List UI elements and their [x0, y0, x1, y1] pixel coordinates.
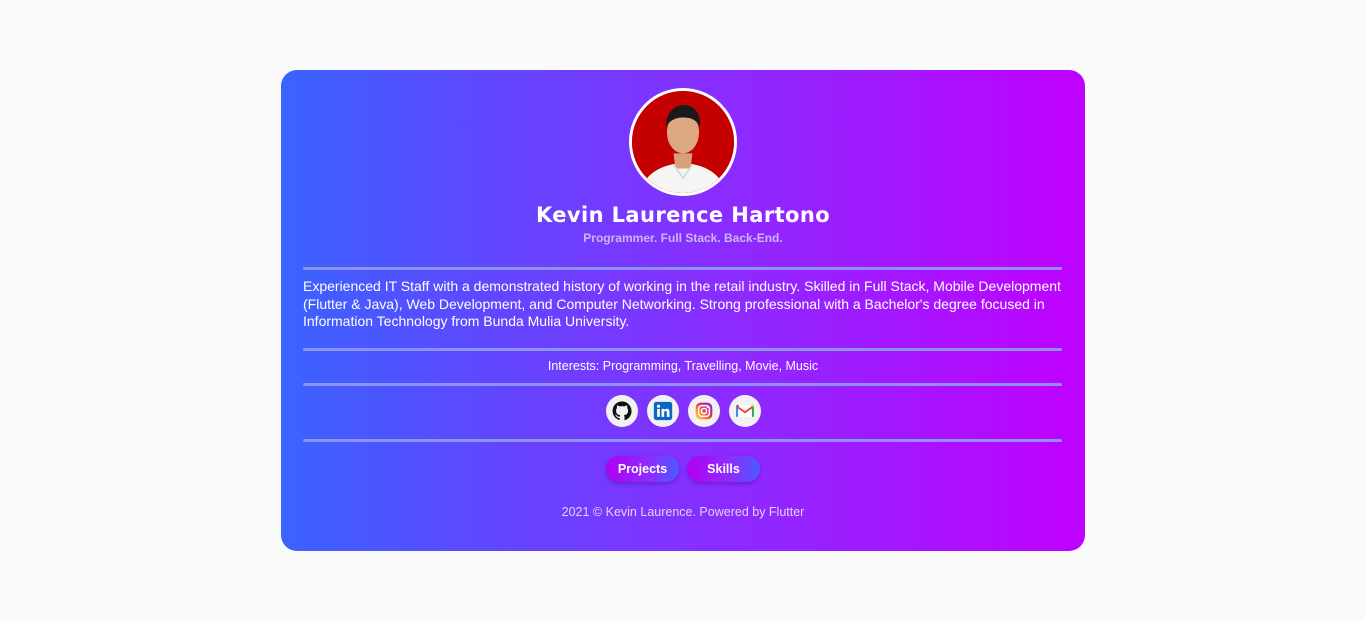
linkedin-icon — [653, 401, 673, 421]
github-icon — [612, 401, 632, 421]
instagram-link[interactable] — [688, 395, 720, 427]
profile-tagline: Programmer. Full Stack. Back-End. — [583, 231, 783, 245]
github-link[interactable] — [606, 395, 638, 427]
social-links — [606, 395, 761, 427]
skills-button[interactable]: Skills — [687, 456, 760, 482]
profile-interests: Interests: Programming, Travelling, Movi… — [547, 359, 819, 373]
instagram-icon — [695, 402, 713, 420]
footer-text: 2021 © Kevin Laurence. Powered by Flutte… — [561, 505, 805, 519]
divider — [303, 348, 1062, 351]
projects-button[interactable]: Projects — [606, 456, 679, 482]
gmail-icon — [736, 404, 754, 417]
profile-card: Kevin Laurence Hartono Programmer. Full … — [281, 70, 1085, 551]
linkedin-link[interactable] — [647, 395, 679, 427]
gmail-link[interactable] — [729, 395, 761, 427]
divider — [303, 267, 1062, 270]
profile-photo — [632, 91, 734, 193]
profile-about: Experienced IT Staff with a demonstrated… — [303, 278, 1061, 329]
divider — [303, 383, 1062, 386]
divider — [303, 439, 1062, 442]
profile-avatar — [629, 88, 737, 196]
profile-name: Kevin Laurence Hartono — [535, 203, 831, 227]
